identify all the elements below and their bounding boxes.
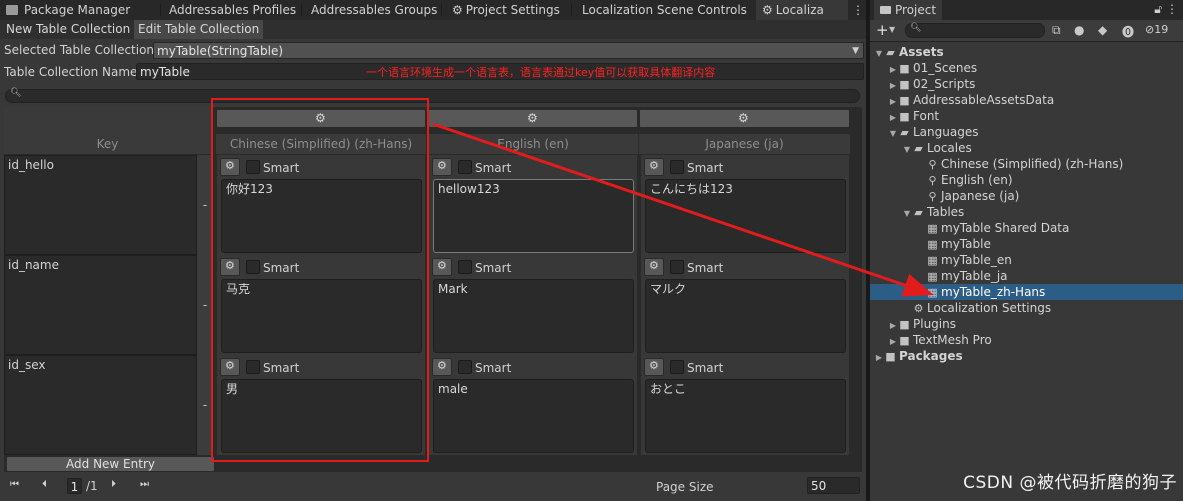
string-table-icon: ▦ <box>927 270 938 283</box>
lock-icon[interactable]: 🔓︎ <box>1154 2 1162 17</box>
window-menu-icon[interactable]: ⋮ <box>1166 2 1178 16</box>
project-tree-item[interactable]: ▼ ▰ Assets <box>870 44 1183 60</box>
project-tree-item[interactable]: ▶ ■ 01_Scenes <box>870 60 1183 76</box>
project-tree-item[interactable]: ▼ ▰ Tables <box>870 204 1183 220</box>
project-tree-item[interactable]: ▦ myTable_zh-Hans <box>870 284 1183 300</box>
tree-item-label: Japanese (ja) <box>941 189 1020 203</box>
tree-item-label: English (en) <box>941 173 1013 187</box>
project-tree-item[interactable]: ▼ ▰ Languages <box>870 124 1183 140</box>
annotation-overlay <box>211 98 429 462</box>
folder-icon: ■ <box>899 334 910 347</box>
tree-item-label: Languages <box>913 125 979 139</box>
filter-by-label-icon[interactable]: ◆ <box>1098 23 1107 37</box>
project-tree-item[interactable]: ▶ ■ AddressableAssetsData <box>870 92 1183 108</box>
string-table-icon: ▦ <box>927 254 938 267</box>
project-tree-item[interactable]: ⚲ Japanese (ja) <box>870 188 1183 204</box>
tree-item-label: Tables <box>927 205 965 219</box>
hidden-packages-icon[interactable]: ⊘19 <box>1145 23 1168 36</box>
project-tree-item[interactable]: ▼ ▰ Locales <box>870 140 1183 156</box>
project-tree-item[interactable]: ▦ myTable <box>870 236 1183 252</box>
search-icon: 🔍︎ <box>910 23 922 33</box>
tree-item-label: AddressableAssetsData <box>913 93 1055 107</box>
tree-item-label: myTable_zh-Hans <box>941 285 1046 299</box>
project-tree-item[interactable]: ▦ myTable Shared Data <box>870 220 1183 236</box>
tree-item-label: Font <box>913 109 940 123</box>
tree-item-label: 01_Scenes <box>913 61 978 75</box>
tab-project[interactable]: Project <box>874 0 943 20</box>
tree-item-label: Assets <box>899 45 944 59</box>
folder-icon: ■ <box>885 350 896 363</box>
tree-item-label: myTable <box>941 237 991 251</box>
folder-open-icon: ▰ <box>914 142 923 155</box>
warning-filter-icon[interactable]: ⓿ <box>1122 23 1134 40</box>
project-window: Project 🔓︎ ⋮ + ▼ 🔍︎ ⧉ ● ◆ ⓿ ⊘19 ▼ ▰ Assets… <box>869 0 1183 501</box>
folder-open-icon: ▰ <box>914 206 923 219</box>
project-tree-item[interactable]: ▶ ■ Font <box>870 108 1183 124</box>
project-tree-item[interactable]: ▶ ■ TextMesh Pro <box>870 332 1183 348</box>
locale-icon: ⚲ <box>928 190 937 203</box>
tree-item-label: Packages <box>899 349 963 363</box>
tree-item-label: myTable_ja <box>941 269 1008 283</box>
eye-slash-icon: ⊘ <box>1145 23 1155 36</box>
csdn-watermark: CSDN @被代码折磨的狗子 <box>963 473 1177 493</box>
folder-icon: ■ <box>899 94 910 107</box>
project-tab-bar: Project 🔓︎ ⋮ <box>870 0 1183 20</box>
project-tree-item[interactable]: ⚲ Chinese (Simplified) (zh-Hans) <box>870 156 1183 172</box>
tree-item-label: 02_Scripts <box>913 77 976 91</box>
project-tree-item[interactable]: ▦ myTable_en <box>870 252 1183 268</box>
annotation-box <box>211 98 429 462</box>
search-by-scene-icon[interactable]: ⧉ <box>1052 23 1061 38</box>
folder-open-icon: ▰ <box>900 126 909 139</box>
project-tree-item[interactable]: ⚲ English (en) <box>870 172 1183 188</box>
tree-item-label: Chinese (Simplified) (zh-Hans) <box>941 157 1124 171</box>
collapsed-arrow-icon[interactable]: ▶ <box>874 350 884 366</box>
localization-tables-window: Package Manager Addressables Profiles Ad… <box>0 0 866 501</box>
project-tree-item[interactable]: ▶ ■ Plugins <box>870 316 1183 332</box>
chevron-down-icon[interactable]: ▼ <box>889 25 895 34</box>
string-table-icon: ▦ <box>927 222 938 235</box>
string-table-icon: ▦ <box>927 238 938 251</box>
project-toolbar: + ▼ 🔍︎ ⧉ ● ◆ ⓿ ⊘19 <box>870 20 1183 42</box>
folder-icon: ■ <box>899 62 910 75</box>
project-tree-item[interactable]: ▶ ■ 02_Scripts <box>870 76 1183 92</box>
folder-open-icon: ▰ <box>886 46 895 59</box>
localization-settings-icon: ⚙ <box>913 302 924 315</box>
string-table-icon: ▦ <box>927 286 938 299</box>
project-tree-item[interactable]: ▦ myTable_ja <box>870 268 1183 284</box>
folder-icon: ■ <box>899 110 910 123</box>
tree-item-label: Locales <box>927 141 972 155</box>
project-search-input[interactable]: 🔍︎ <box>905 23 1045 38</box>
tree-item-label: myTable_en <box>941 253 1012 267</box>
tree-item-label: TextMesh Pro <box>913 333 992 347</box>
locale-icon: ⚲ <box>928 158 937 171</box>
filter-by-type-icon[interactable]: ● <box>1074 23 1084 37</box>
create-plus-icon[interactable]: + <box>876 21 889 39</box>
tree-item-label: myTable Shared Data <box>941 221 1070 235</box>
folder-icon <box>880 6 891 14</box>
folder-icon: ■ <box>899 318 910 331</box>
tree-item-label: Plugins <box>913 317 956 331</box>
tree-item-label: Localization Settings <box>927 301 1052 315</box>
project-tree-item[interactable]: ▶ ■ Packages <box>870 348 1183 364</box>
folder-icon: ■ <box>899 78 910 91</box>
locale-icon: ⚲ <box>928 174 937 187</box>
project-tree-item[interactable]: ⚙ Localization Settings <box>870 300 1183 316</box>
